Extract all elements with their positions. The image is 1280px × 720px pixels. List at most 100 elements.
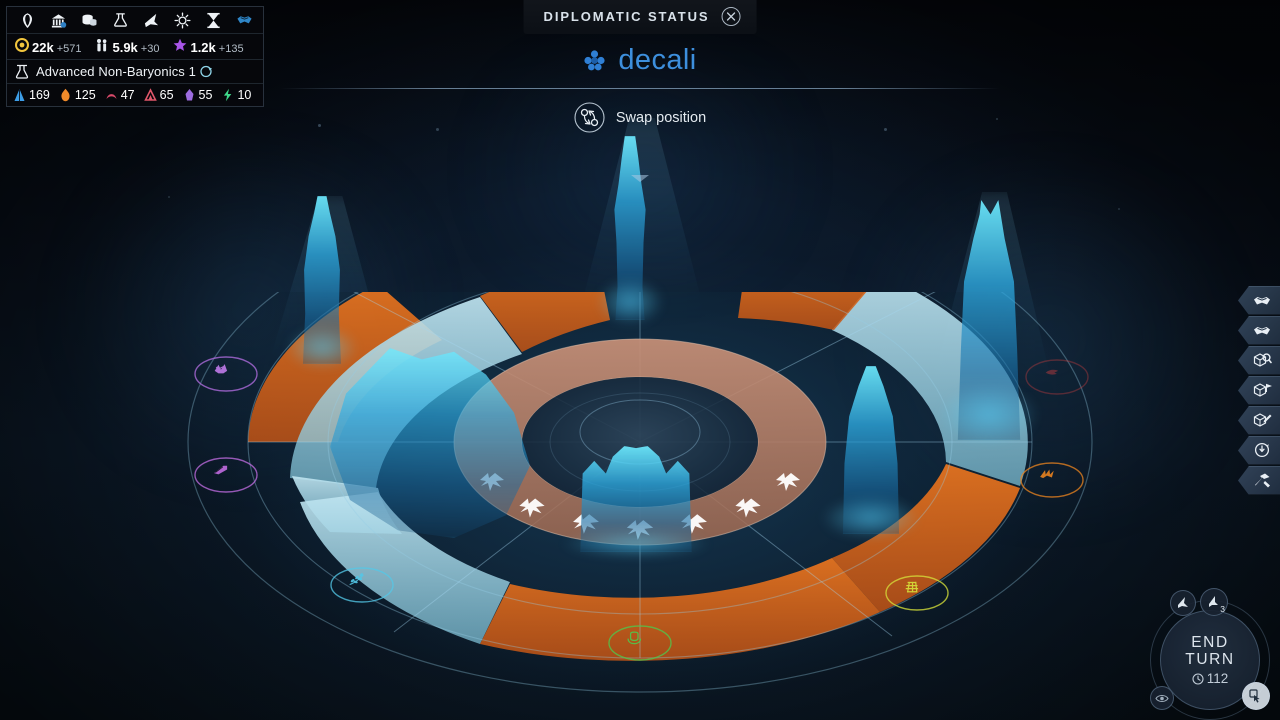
hourglass-trophy-icon[interactable] xyxy=(200,10,226,30)
red-swoosh-icon xyxy=(1045,369,1059,375)
hyperium-icon xyxy=(61,88,70,102)
nebula-top xyxy=(430,60,850,280)
clock-icon xyxy=(1192,672,1204,685)
dust-coin-icon xyxy=(15,38,29,52)
strategic-value: 65 xyxy=(159,88,174,102)
cursor-mode-button[interactable] xyxy=(1242,682,1270,710)
hud-research-bar[interactable]: Advanced Non-Baryonics 1 xyxy=(7,60,263,84)
tools-button[interactable] xyxy=(1238,466,1280,495)
end-turn-line2: TURN xyxy=(1185,651,1235,668)
strategic-value: 10 xyxy=(237,88,252,102)
research-flask-icon xyxy=(15,64,29,79)
window-title: DIPLOMATIC STATUS xyxy=(543,9,710,24)
resource-delta: +135 xyxy=(218,43,244,55)
resource-value: 5.9k xyxy=(112,40,138,55)
handshake-icon xyxy=(1253,327,1270,335)
cube-flag-icon xyxy=(1253,383,1272,397)
laurel-wreath-icon xyxy=(22,12,32,28)
diplomacy-handshake-button[interactable] xyxy=(1238,286,1280,315)
yellow-grid-icon xyxy=(905,581,919,593)
green-skull-icon xyxy=(627,631,642,645)
view-toggle-button[interactable] xyxy=(1150,686,1174,710)
inspect-cube-button[interactable] xyxy=(1238,346,1280,375)
resource-value: 1.2k xyxy=(190,40,216,55)
cube-magnifier-icon xyxy=(1253,353,1272,367)
strategic-orichalcix-icon: 65 xyxy=(143,88,174,102)
government-building-icon[interactable] xyxy=(45,10,71,30)
turn-number: 112 xyxy=(1206,671,1229,686)
alliance-handshake-button[interactable] xyxy=(1238,316,1280,345)
government-building-icon xyxy=(51,13,66,28)
edit-cube-button[interactable] xyxy=(1238,406,1280,435)
close-icon[interactable] xyxy=(721,7,741,26)
header-divider xyxy=(280,88,1000,89)
fleet-stack-icon xyxy=(1209,596,1218,607)
move-fleet-button[interactable] xyxy=(1170,590,1196,616)
hourglass-trophy-icon xyxy=(206,12,220,28)
game-screen: 22k +571 5.9k +30 1.2k +135 Advanced Non… xyxy=(0,0,1280,720)
cycle-button[interactable] xyxy=(1238,436,1280,465)
faction-badge-red[interactable] xyxy=(1024,356,1090,398)
strategic-value: 55 xyxy=(198,88,213,102)
laurel-wreath-icon[interactable] xyxy=(14,10,40,30)
strategic-quadrinix-icon: 55 xyxy=(183,88,213,102)
hud-primary-resources: 22k +571 5.9k +30 1.2k +135 xyxy=(7,34,263,60)
faction-badge-violet-upper[interactable] xyxy=(193,353,259,395)
orange-chevron-icon xyxy=(1040,469,1054,479)
faction-badge-violet-lower[interactable] xyxy=(193,454,259,496)
fleet-arrow-icon xyxy=(1178,597,1188,608)
titanium-icon xyxy=(14,89,25,101)
energy-icon xyxy=(224,88,232,102)
strategic-value: 169 xyxy=(29,88,50,102)
violet-wedge-icon xyxy=(214,465,228,475)
wheel-center-platform xyxy=(522,377,758,507)
pending-fleet-badge: 3 xyxy=(1220,604,1225,614)
faction-name: decali xyxy=(618,44,697,76)
resource-delta: +571 xyxy=(56,43,82,55)
cursor-hand-icon xyxy=(1248,688,1260,703)
strategic-hyperium-icon: 125 xyxy=(59,88,96,102)
end-turn-cluster: END TURN 112 3 xyxy=(1148,586,1272,720)
antimatter-icon xyxy=(106,94,117,99)
strategic-value: 125 xyxy=(74,88,96,102)
star xyxy=(436,128,439,131)
chevron-down-icon xyxy=(631,175,649,182)
pending-fleet-button[interactable]: 3 xyxy=(1200,588,1228,616)
eye-icon xyxy=(1155,694,1169,702)
faction-badge-chevron[interactable] xyxy=(1019,459,1085,501)
star xyxy=(1118,208,1120,210)
fleet-arrow-icon xyxy=(144,13,158,27)
resource-value: 22k xyxy=(32,40,54,55)
faction-badge-skull[interactable] xyxy=(607,622,673,664)
hammer-tool-icon xyxy=(1254,473,1270,488)
strategic-value: 47 xyxy=(120,88,135,102)
hud-panel: 22k +571 5.9k +30 1.2k +135 Advanced Non… xyxy=(6,6,264,107)
olive-branch-icon xyxy=(349,573,364,585)
turn-counter: 112 xyxy=(1192,671,1229,686)
window-titlebar: DIPLOMATIC STATUS xyxy=(523,0,757,34)
resource-influence-star-icon: 1.2k +135 xyxy=(173,38,244,55)
faction-badge-grid[interactable] xyxy=(884,572,950,614)
research-flask-icon xyxy=(113,12,127,27)
coins-icon[interactable] xyxy=(76,10,102,30)
turn-clock-icon xyxy=(200,65,212,78)
right-toolbar[interactable] xyxy=(1238,286,1280,495)
swap-position-button[interactable]: Swap position xyxy=(574,102,706,133)
handshake-icon[interactable] xyxy=(231,10,257,30)
circle-arrow-icon xyxy=(1254,442,1269,458)
strategic-antimatter-icon: 47 xyxy=(105,88,135,102)
swap-position-label: Swap position xyxy=(615,109,707,126)
sun-burst-icon[interactable] xyxy=(169,10,195,30)
decali-flower-icon xyxy=(584,50,606,71)
spotlight-beam-center xyxy=(578,118,706,318)
orichalcix-icon xyxy=(143,88,157,101)
faction-badge-olive-branch[interactable] xyxy=(329,564,395,606)
claim-cube-button[interactable] xyxy=(1238,376,1280,405)
sun-burst-icon xyxy=(173,11,191,29)
influence-star-icon xyxy=(174,38,187,51)
end-turn-line1: END xyxy=(1191,634,1229,651)
strategic-energy-icon: 10 xyxy=(221,88,251,102)
resource-delta: +30 xyxy=(140,43,160,55)
fleet-arrow-icon[interactable] xyxy=(138,10,164,30)
research-flask-icon[interactable] xyxy=(107,10,133,30)
